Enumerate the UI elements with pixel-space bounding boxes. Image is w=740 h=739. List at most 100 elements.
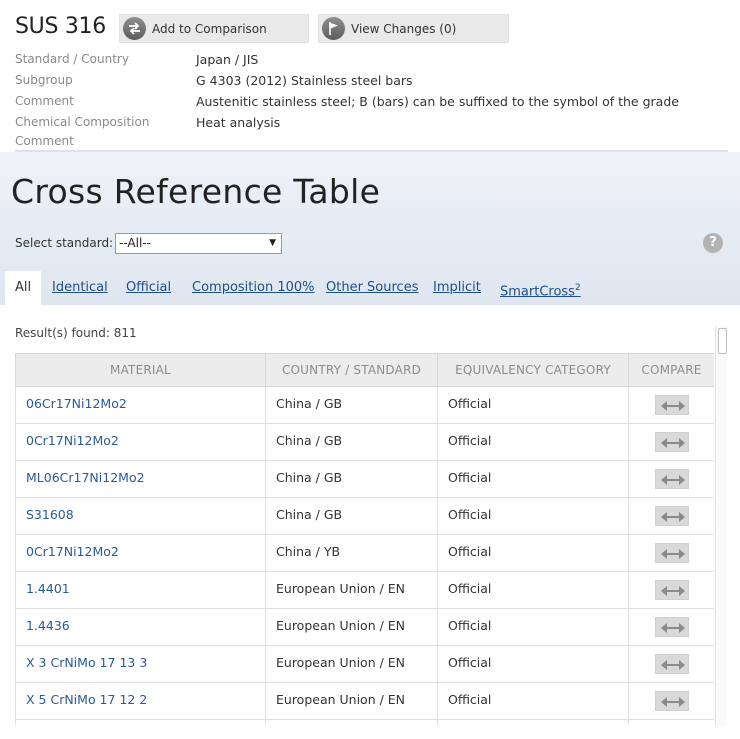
- compare-cell: [628, 386, 714, 424]
- country-standard-cell: China / GB: [265, 497, 438, 535]
- material-link: [15, 719, 266, 725]
- select-standard-value: --All--: [119, 236, 151, 250]
- tab-all[interactable]: All: [5, 271, 42, 305]
- scrollbar-thumb[interactable]: [718, 328, 727, 354]
- property-value: Heat analysis: [196, 115, 281, 130]
- compare-arrows-icon[interactable]: [654, 506, 689, 526]
- page-title: SUS 316: [15, 14, 106, 39]
- view-changes-button[interactable]: View Changes (0): [318, 14, 509, 43]
- column-header-compare: COMPARE: [628, 353, 714, 387]
- country-standard-cell: China / GB: [265, 460, 438, 498]
- compare-arrows-icon[interactable]: [654, 469, 689, 489]
- section-title: Cross Reference Table: [11, 172, 381, 211]
- country-standard-cell: [265, 719, 438, 725]
- compare-arrows-icon[interactable]: [654, 580, 689, 600]
- compare-cell: [628, 608, 714, 646]
- property-label: Comment: [15, 94, 74, 108]
- column-header-country[interactable]: COUNTRY / STANDARD: [265, 353, 438, 387]
- equivalency-category-cell: Official: [437, 534, 629, 572]
- material-link[interactable]: 1.4401: [15, 571, 266, 609]
- table-row: 1.4401 European Union / EN Official: [15, 571, 714, 609]
- select-standard-dropdown[interactable]: --All-- ▼: [115, 233, 282, 254]
- compare-arrows-icon[interactable]: [654, 654, 689, 674]
- compare-cell: [628, 497, 714, 535]
- swap-arrows-icon: [123, 17, 146, 40]
- country-standard-cell: China / GB: [265, 423, 438, 461]
- equivalency-category-cell: Official: [437, 682, 629, 720]
- property-label: Chemical Composition: [15, 115, 150, 129]
- table-row: S31608 China / GB Official: [15, 497, 714, 535]
- tab-official[interactable]: Official: [126, 271, 171, 305]
- compare-cell: [628, 460, 714, 498]
- equivalency-category-cell: Official: [437, 423, 629, 461]
- table-row: 06Cr17Ni12Mo2 China / GB Official: [15, 386, 714, 424]
- results-count: Result(s) found: 811: [15, 326, 137, 340]
- material-header: SUS 316 Add to Comparison View Changes (…: [0, 0, 740, 152]
- table-header-row: MATERIAL COUNTRY / STANDARD EQUIVALENCY …: [15, 353, 714, 387]
- material-link[interactable]: 0Cr17Ni12Mo2: [15, 423, 266, 461]
- help-icon[interactable]: ?: [703, 233, 723, 253]
- material-link[interactable]: 0Cr17Ni12Mo2: [15, 534, 266, 572]
- property-label: Subgroup: [15, 73, 73, 87]
- table-row: X 5 CrNiMo 17 12 2 European Union / EN Off…: [15, 682, 714, 720]
- scrollbar[interactable]: [715, 326, 727, 725]
- add-to-comparison-button[interactable]: Add to Comparison: [119, 14, 309, 43]
- column-header-material[interactable]: MATERIAL: [15, 353, 266, 387]
- country-standard-cell: European Union / EN: [265, 608, 438, 646]
- equivalency-category-cell: Official: [437, 460, 629, 498]
- material-link[interactable]: X 3 CrNiMo 17 13 3: [15, 645, 266, 683]
- tab-identical[interactable]: Identical: [52, 271, 108, 305]
- flag-icon: [322, 17, 345, 40]
- material-link[interactable]: X 5 CrNiMo 17 12 2: [15, 682, 266, 720]
- table-row: 0Cr17Ni12Mo2 China / GB Official: [15, 423, 714, 461]
- property-label: Standard / Country: [15, 52, 129, 66]
- compare-cell: [628, 682, 714, 720]
- compare-arrows-icon[interactable]: [654, 691, 689, 711]
- table-row: 1.4436 European Union / EN Official: [15, 608, 714, 646]
- country-standard-cell: China / YB: [265, 534, 438, 572]
- compare-cell: [628, 645, 714, 683]
- compare-cell: [628, 423, 714, 461]
- compare-cell: [628, 534, 714, 572]
- table-row: 0Cr17Ni12Mo2 China / YB Official: [15, 534, 714, 572]
- equivalency-category-cell: Official: [437, 571, 629, 609]
- view-changes-label: View Changes (0): [351, 21, 457, 36]
- country-standard-cell: China / GB: [265, 386, 438, 424]
- compare-cell: [628, 719, 714, 725]
- compare-cell: [628, 571, 714, 609]
- table-row: X 3 CrNiMo 17 13 3 European Union / EN Off…: [15, 645, 714, 683]
- property-value: G 4303 (2012) Stainless steel bars: [196, 73, 413, 88]
- column-header-category[interactable]: EQUIVALENCY CATEGORY: [437, 353, 629, 387]
- equivalency-category-cell: Official: [437, 608, 629, 646]
- country-standard-cell: European Union / EN: [265, 645, 438, 683]
- property-label: Comment: [15, 134, 74, 148]
- country-standard-cell: European Union / EN: [265, 682, 438, 720]
- compare-arrows-icon[interactable]: [654, 395, 689, 415]
- table-row: [15, 719, 714, 725]
- country-standard-cell: European Union / EN: [265, 571, 438, 609]
- tab-implicit[interactable]: Implicit: [433, 271, 481, 305]
- equivalency-category-cell: Official: [437, 645, 629, 683]
- material-link[interactable]: 06Cr17Ni12Mo2: [15, 386, 266, 424]
- tab-smartcross[interactable]: SmartCross2: [500, 271, 581, 305]
- material-link[interactable]: 1.4436: [15, 608, 266, 646]
- compare-arrows-icon[interactable]: [654, 543, 689, 563]
- chevron-down-icon: ▼: [269, 238, 276, 248]
- table-row: ML06Cr17Ni12Mo2 China / GB Official: [15, 460, 714, 498]
- material-link[interactable]: S31608: [15, 497, 266, 535]
- tab-composition-100[interactable]: Composition 100%: [192, 271, 314, 305]
- compare-arrows-icon[interactable]: [654, 617, 689, 637]
- equivalency-category-cell: [437, 719, 629, 725]
- add-to-comparison-label: Add to Comparison: [152, 21, 267, 36]
- filter-tabs: All Identical Official Composition 100% …: [0, 271, 740, 305]
- equivalency-category-cell: Official: [437, 386, 629, 424]
- equivalency-category-cell: Official: [437, 497, 629, 535]
- property-value: Japan / JIS: [196, 52, 259, 67]
- select-standard-label: Select standard:: [15, 236, 114, 250]
- tab-other-sources[interactable]: Other Sources: [326, 271, 418, 305]
- cross-reference-table: MATERIAL COUNTRY / STANDARD EQUIVALENCY …: [15, 353, 714, 725]
- cross-reference-section: Cross Reference Table Select standard: -…: [0, 152, 740, 305]
- compare-arrows-icon[interactable]: [654, 432, 689, 452]
- material-link[interactable]: ML06Cr17Ni12Mo2: [15, 460, 266, 498]
- property-value: Austenitic stainless steel; B (bars) can…: [196, 94, 679, 109]
